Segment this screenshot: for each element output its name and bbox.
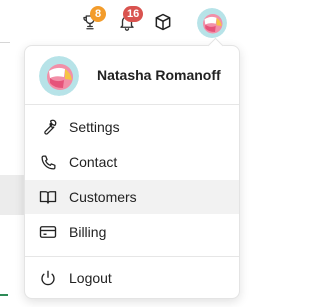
menu-item-label: Settings [69,119,120,135]
cube-icon [155,13,171,31]
trophy-button[interactable]: 8 [78,6,106,34]
notifications-badge: 16 [123,6,144,22]
credit-card-icon [39,223,57,241]
phone-icon [39,153,57,171]
menu-divider [25,104,239,105]
book-icon [39,188,57,206]
profile-header: Natasha Romanoff [25,46,239,102]
menu-item-label: Billing [69,224,107,240]
menu-item-customers[interactable]: Customers [25,180,239,214]
notifications-button[interactable]: 16 [115,6,144,34]
profile-avatar [39,56,79,96]
avatar [39,56,79,96]
menu-item-label: Contact [69,154,118,170]
menu-item-label: Logout [69,270,112,286]
menu-divider [25,256,239,257]
menu-item-logout[interactable]: Logout [25,261,239,295]
avatar [197,8,227,38]
power-icon [39,269,57,287]
trophy-badge: 8 [90,6,106,22]
background-accent-line [0,294,8,296]
apps-button[interactable] [151,10,175,34]
wrench-icon [39,118,57,136]
top-toolbar: 8 16 [0,0,251,44]
user-avatar-button[interactable] [197,8,227,38]
menu-item-settings[interactable]: Settings [25,110,239,144]
menu-item-contact[interactable]: Contact [25,145,239,179]
menu-item-billing[interactable]: Billing [25,215,239,249]
menu-item-label: Customers [69,189,137,205]
user-name: Natasha Romanoff [97,67,221,83]
user-dropdown-menu: Natasha Romanoff Settings Contact Custom… [24,37,240,299]
